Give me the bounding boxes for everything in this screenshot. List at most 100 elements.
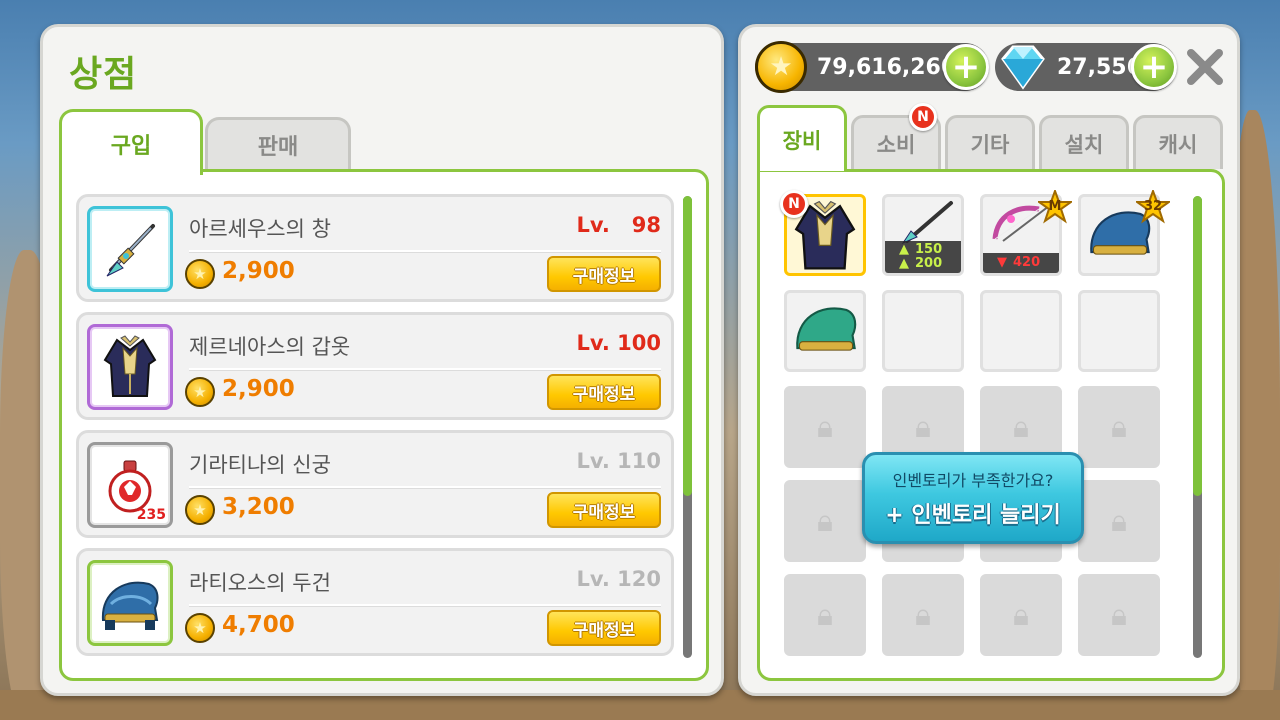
item-name: 제르네아스의 갑옷 xyxy=(189,335,351,359)
locked-slot[interactable]: 🔒︎ xyxy=(1078,574,1160,656)
inventory-scrollbar-thumb[interactable] xyxy=(1193,196,1202,496)
inventory-slot[interactable] xyxy=(882,290,964,372)
meso-coin-icon: ★ xyxy=(185,495,215,525)
new-badge: N xyxy=(780,190,808,218)
green-hood-icon xyxy=(796,307,857,351)
tab-setup[interactable]: 설치 xyxy=(1039,115,1129,169)
inventory-slot[interactable] xyxy=(980,290,1062,372)
meso-coin-icon: ★ xyxy=(185,613,215,643)
expand-label: + 인벤토리 늘리기 xyxy=(885,503,1061,528)
item-icon-frame: 235 xyxy=(87,442,173,528)
tab-buy[interactable]: 구입 xyxy=(59,109,203,175)
stat-up-icon: ▲ xyxy=(899,242,909,257)
armor-icon xyxy=(103,335,157,397)
potion-icon xyxy=(108,460,152,513)
star-badge: M xyxy=(1035,188,1075,228)
item-price: 4,700 xyxy=(222,612,295,638)
hood-icon xyxy=(101,581,159,630)
stat-value: 150 xyxy=(915,242,943,257)
star-text: M xyxy=(1048,199,1062,214)
row-divider xyxy=(189,368,661,371)
locked-slot[interactable]: 🔒︎ xyxy=(784,574,866,656)
shop-item-row[interactable]: 235 기라티나의 신궁 Lv. 110 ★ 3,200 구매정보 xyxy=(76,430,674,538)
meso-coin-icon: ★ xyxy=(185,377,215,407)
spear-icon xyxy=(901,201,953,245)
meso-display: ★ 79,616,260 + xyxy=(755,41,989,93)
shop-title: 상점 xyxy=(69,54,138,95)
inventory-slot[interactable] xyxy=(784,290,866,372)
meso-coin-icon: ★ xyxy=(755,41,807,93)
item-name: 아르세우스의 창 xyxy=(189,217,331,241)
tab-etc[interactable]: 기타 xyxy=(945,115,1035,169)
tab-cash[interactable]: 캐시 xyxy=(1133,115,1223,169)
shop-item-row[interactable]: 아르세우스의 창 Lv. 98 ★ 2,900 구매정보 xyxy=(76,194,674,302)
close-button[interactable] xyxy=(1183,45,1227,89)
inventory-slot[interactable] xyxy=(1078,290,1160,372)
gem-amount: 27,556 xyxy=(1057,54,1142,80)
locked-slot[interactable]: 🔒︎ xyxy=(784,386,866,468)
row-divider xyxy=(189,604,661,607)
lock-icon: 🔒︎ xyxy=(1111,409,1127,445)
lock-icon: 🔒︎ xyxy=(1013,597,1029,633)
inventory-scrollbar[interactable] xyxy=(1193,196,1202,658)
item-level: Lv. 100 xyxy=(576,331,661,355)
stat-down-icon: ▼ xyxy=(997,255,1007,270)
stat-value: 200 xyxy=(915,256,943,271)
tab-equipment[interactable]: 장비 xyxy=(757,105,847,171)
lock-icon: 🔒︎ xyxy=(1111,503,1127,539)
inventory-grid: N ▲ 150 ▲ 200 ▼ 420 M 32 🔒︎ 🔒︎ 🔒︎ 🔒︎ 🔒︎ … xyxy=(757,169,1225,681)
expand-inventory-button[interactable]: 인벤토리가 부족한가요? + 인벤토리 늘리기 xyxy=(862,452,1084,544)
item-name: 기라티나의 신궁 xyxy=(189,453,331,477)
row-divider xyxy=(189,250,661,253)
new-badge: N xyxy=(909,103,937,131)
star-badge: 32 xyxy=(1133,188,1173,228)
locked-slot[interactable]: 🔒︎ xyxy=(882,574,964,656)
item-quantity: 235 xyxy=(136,507,166,523)
lock-icon: 🔒︎ xyxy=(1111,597,1127,633)
expand-question: 인벤토리가 부족한가요? xyxy=(892,471,1054,490)
locked-slot[interactable]: 🔒︎ xyxy=(980,574,1062,656)
add-meso-button[interactable]: + xyxy=(943,44,989,90)
locked-slot[interactable]: 🔒︎ xyxy=(784,480,866,562)
close-icon xyxy=(1187,49,1223,85)
lock-icon: 🔒︎ xyxy=(915,409,931,445)
diamond-icon xyxy=(1001,45,1045,90)
shop-item-row[interactable]: 제르네아스의 갑옷 Lv. 100 ★ 2,900 구매정보 xyxy=(76,312,674,420)
inventory-slot[interactable]: ▲ 150 ▲ 200 xyxy=(882,194,964,276)
item-name: 라티오스의 두건 xyxy=(189,571,331,595)
spear-icon xyxy=(106,224,155,277)
purchase-info-button[interactable]: 구매정보 xyxy=(547,256,661,292)
meso-amount: 79,616,260 xyxy=(817,54,957,80)
item-price: 2,900 xyxy=(222,258,295,284)
shop-scrollbar[interactable] xyxy=(683,196,692,658)
item-price: 2,900 xyxy=(222,376,295,402)
lock-icon: 🔒︎ xyxy=(817,503,833,539)
item-level: Lv. 120 xyxy=(576,567,661,591)
row-divider xyxy=(189,486,661,489)
item-icon-frame xyxy=(87,560,173,646)
purchase-info-button[interactable]: 구매정보 xyxy=(547,374,661,410)
stat-compare-bar: ▼ 420 xyxy=(983,253,1059,273)
shop-panel: 상점 구입 판매 아르세우스의 창 Lv. 98 ★ 2,900 구매정보 제르… xyxy=(40,24,724,696)
gem-display: 27,556 + xyxy=(995,43,1177,91)
tab-sell[interactable]: 판매 xyxy=(205,117,351,169)
shop-item-row[interactable]: 라티오스의 두건 Lv. 120 ★ 4,700 구매정보 xyxy=(76,548,674,656)
item-icon-frame xyxy=(87,324,173,410)
locked-slot[interactable]: 🔒︎ xyxy=(1078,480,1160,562)
item-price: 3,200 xyxy=(222,494,295,520)
lock-icon: 🔒︎ xyxy=(817,409,833,445)
stat-compare-bar: ▲ 150 ▲ 200 xyxy=(885,241,961,273)
star-text: 32 xyxy=(1143,199,1163,214)
add-gem-button[interactable]: + xyxy=(1131,44,1177,90)
shop-item-list: 아르세우스의 창 Lv. 98 ★ 2,900 구매정보 제르네아스의 갑옷 L… xyxy=(59,169,709,681)
stat-value: 420 xyxy=(1013,255,1041,270)
lock-icon: 🔒︎ xyxy=(915,597,931,633)
item-icon-frame xyxy=(87,206,173,292)
lock-icon: 🔒︎ xyxy=(817,597,833,633)
purchase-info-button[interactable]: 구매정보 xyxy=(547,492,661,528)
shop-scrollbar-thumb[interactable] xyxy=(683,196,692,496)
purchase-info-button[interactable]: 구매정보 xyxy=(547,610,661,646)
inventory-panel: ★ 79,616,260 + 27,556 + 장비 소비 N 기타 설치 캐시 xyxy=(738,24,1240,696)
locked-slot[interactable]: 🔒︎ xyxy=(1078,386,1160,468)
item-level: Lv. 98 xyxy=(576,213,662,237)
